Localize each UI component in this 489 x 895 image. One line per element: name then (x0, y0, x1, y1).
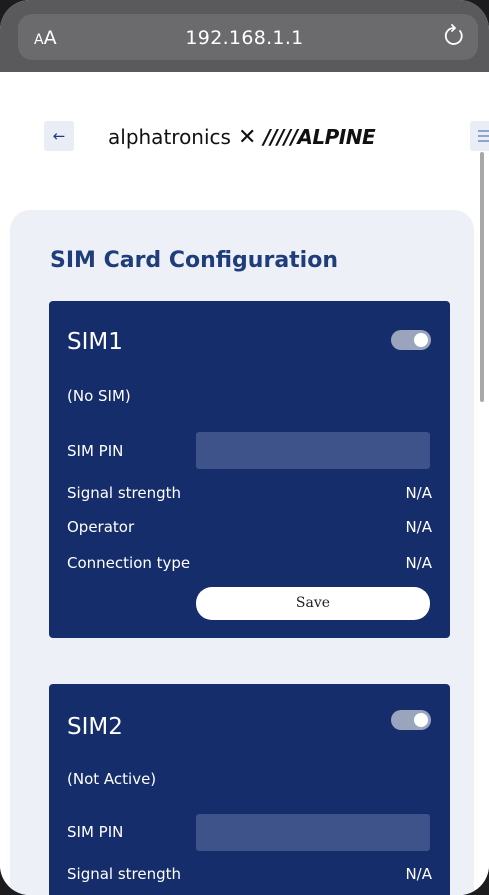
menu-icon-bar (478, 135, 489, 137)
toggle-knob (414, 713, 428, 727)
logo-alpine: /////ALPINE (263, 125, 376, 149)
sim2-card: SIM2 (Not Active) SIM PIN Signal strengt… (49, 684, 450, 895)
sim1-pin-input[interactable] (196, 432, 430, 469)
sim2-pin-label: SIM PIN (67, 823, 124, 841)
sim2-title: SIM2 (67, 714, 123, 740)
sim2-enable-toggle[interactable] (391, 710, 431, 730)
sim2-status: (Not Active) (67, 770, 157, 788)
sim1-title: SIM1 (67, 329, 123, 355)
brand-logo: alphatronics ✕ /////ALPINE (108, 122, 376, 152)
sim1-status: (No SIM) (67, 387, 131, 405)
back-arrow-icon: ← (52, 127, 66, 145)
reload-icon[interactable] (440, 22, 468, 50)
sim1-operator-value: N/A (405, 518, 432, 536)
sim1-connection-label: Connection type (67, 554, 191, 572)
logo-alphatronics: alphatronics (108, 125, 231, 149)
menu-icon-bar (478, 130, 489, 132)
sim2-signal-label: Signal strength (67, 865, 182, 883)
toggle-knob (414, 333, 428, 347)
page-scrollbar[interactable] (480, 152, 484, 402)
sim1-signal-value: N/A (405, 484, 432, 502)
menu-icon-bar (478, 140, 489, 142)
browser-toolbar: AA 192.168.1.1 (0, 0, 489, 72)
sim1-connection-value: N/A (405, 554, 432, 572)
menu-button[interactable] (470, 121, 489, 151)
phone-screen: AA 192.168.1.1 ← alphatronics ✕ /////ALP… (0, 0, 489, 895)
back-button[interactable]: ← (44, 121, 74, 151)
sim1-enable-toggle[interactable] (391, 330, 431, 350)
sim1-pin-label: SIM PIN (67, 442, 124, 460)
url-text[interactable]: 192.168.1.1 (0, 27, 489, 49)
sim1-operator-label: Operator (67, 518, 135, 536)
sim2-signal-value: N/A (405, 865, 432, 883)
web-page: ← alphatronics ✕ /////ALPINE SIM Card Co… (0, 72, 489, 895)
logo-cross: ✕ (237, 124, 257, 150)
sim1-signal-label: Signal strength (67, 484, 182, 502)
sim1-card: SIM1 (No SIM) SIM PIN Signal strength N/… (49, 301, 450, 638)
sim2-pin-input[interactable] (196, 814, 430, 851)
sim1-save-button[interactable]: Save (196, 587, 430, 620)
page-title: SIM Card Configuration (50, 248, 338, 273)
